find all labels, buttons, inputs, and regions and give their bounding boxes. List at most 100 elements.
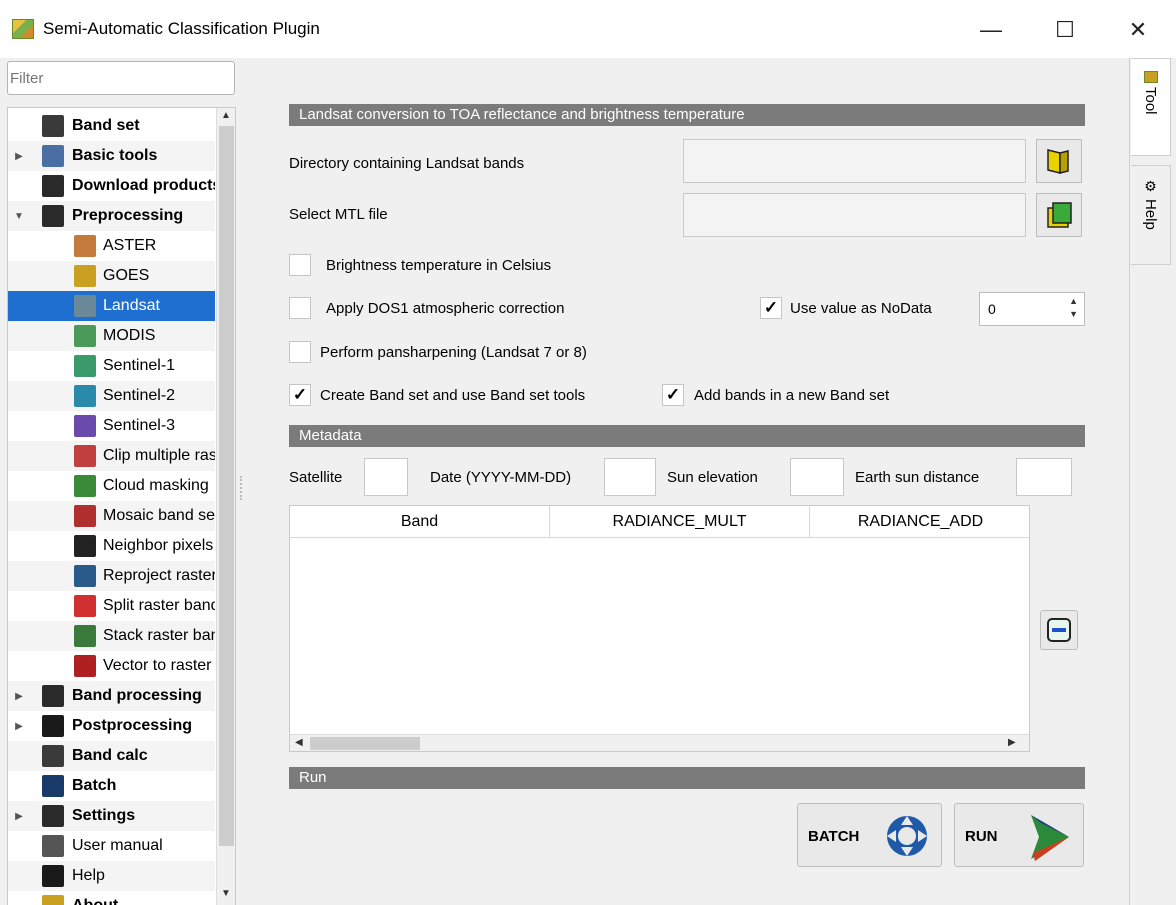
tree-item[interactable]: Sentinel-2 bbox=[8, 381, 215, 411]
satellite-label: Satellite bbox=[289, 469, 343, 486]
expand-down-icon[interactable]: ▼ bbox=[14, 211, 24, 222]
tree-item[interactable]: Batch bbox=[8, 771, 215, 801]
sentinel-3-icon bbox=[74, 415, 96, 437]
add-bands-label: Add bands in a new Band set bbox=[694, 387, 890, 404]
user-manual-icon bbox=[42, 835, 64, 857]
tree-item-label: Stack raster bands bbox=[103, 627, 215, 644]
tree-item-label: ASTER bbox=[103, 237, 157, 254]
nodata-checkbox[interactable]: ✓ bbox=[760, 297, 782, 319]
directory-field[interactable] bbox=[683, 139, 1026, 183]
mtl-label: Select MTL file bbox=[289, 206, 388, 223]
minimize-button[interactable]: — bbox=[968, 12, 1014, 48]
tree-item[interactable]: Landsat bbox=[8, 291, 215, 321]
pansharpen-checkbox[interactable] bbox=[289, 341, 311, 363]
sun-elevation-field[interactable] bbox=[790, 458, 844, 496]
tree-item[interactable]: Reproject raster bands bbox=[8, 561, 215, 591]
split-icon bbox=[74, 595, 96, 617]
tree-item[interactable]: Band calc bbox=[8, 741, 215, 771]
scroll-right-icon[interactable]: ▶ bbox=[1008, 737, 1016, 748]
tree-item[interactable]: Sentinel-1 bbox=[8, 351, 215, 381]
expand-right-icon[interactable]: ▶ bbox=[14, 151, 24, 162]
filter-input[interactable] bbox=[7, 61, 235, 95]
nodata-spinbox[interactable]: 0 ▲ ▼ bbox=[979, 292, 1085, 326]
dos1-label: Apply DOS1 atmospheric correction bbox=[326, 300, 565, 317]
app-logo-icon bbox=[12, 19, 34, 39]
tree-item[interactable]: Sentinel-3 bbox=[8, 411, 215, 441]
open-mtl-button[interactable] bbox=[1036, 193, 1082, 237]
open-directory-button[interactable] bbox=[1036, 139, 1082, 183]
tree-item[interactable]: ▶ Settings bbox=[8, 801, 215, 831]
close-button[interactable]: ✕ bbox=[1115, 12, 1161, 48]
reproject-icon bbox=[74, 565, 96, 587]
vector-raster-icon bbox=[74, 655, 96, 677]
tree-item[interactable]: MODIS bbox=[8, 321, 215, 351]
column-header[interactable]: RADIANCE_ADD bbox=[810, 506, 1029, 538]
tree-item[interactable]: Neighbor pixels bbox=[8, 531, 215, 561]
tree-item-label: Band calc bbox=[72, 747, 148, 764]
pansharpen-label: Perform pansharpening (Landsat 7 or 8) bbox=[320, 344, 587, 361]
tree-item[interactable]: ASTER bbox=[8, 231, 215, 261]
date-field[interactable] bbox=[604, 458, 656, 496]
sun-elevation-label: Sun elevation bbox=[667, 469, 758, 486]
file-icon bbox=[1047, 202, 1072, 228]
tree-item[interactable]: Vector to raster bbox=[8, 651, 215, 681]
batch-button[interactable]: BATCH bbox=[797, 803, 942, 867]
spin-arrows-icon[interactable]: ▲ ▼ bbox=[1069, 295, 1078, 321]
nodata-value: 0 bbox=[988, 301, 996, 317]
maximize-button[interactable]: ☐ bbox=[1042, 12, 1088, 48]
remove-row-button[interactable] bbox=[1040, 610, 1078, 650]
tree-item[interactable]: About bbox=[8, 891, 215, 905]
tree-item-label: Clip multiple rasters bbox=[103, 447, 215, 464]
tree-scrollbar[interactable]: ▲ ▼ bbox=[216, 108, 235, 905]
tree-item-label: Sentinel-1 bbox=[103, 357, 176, 374]
scroll-thumb[interactable] bbox=[219, 126, 234, 846]
band-processing-icon bbox=[42, 685, 64, 707]
tree-item[interactable]: Clip multiple rasters bbox=[8, 441, 215, 471]
tree-item-label: Batch bbox=[72, 777, 117, 794]
tree-item[interactable]: Stack raster bands bbox=[8, 621, 215, 651]
tree-item-label: User manual bbox=[72, 837, 163, 854]
create-bandset-checkbox[interactable]: ✓ bbox=[289, 384, 311, 406]
table-hscrollbar[interactable]: ◀ ▶ bbox=[290, 734, 1029, 751]
tree-item[interactable]: Band set bbox=[8, 111, 215, 141]
tree-item[interactable]: GOES bbox=[8, 261, 215, 291]
dos1-checkbox[interactable] bbox=[289, 297, 311, 319]
panel-splitter[interactable] bbox=[240, 476, 243, 500]
tree-item[interactable]: Cloud masking bbox=[8, 471, 215, 501]
expand-right-icon[interactable]: ▶ bbox=[14, 721, 24, 732]
landsat-icon bbox=[74, 295, 96, 317]
tree-item-label: Mosaic band sets bbox=[103, 507, 215, 524]
tree-item[interactable]: ▼ Preprocessing bbox=[8, 201, 215, 231]
celsius-checkbox[interactable] bbox=[289, 254, 311, 276]
expand-right-icon[interactable]: ▶ bbox=[14, 811, 24, 822]
tab-tool[interactable]: Tool bbox=[1131, 58, 1171, 156]
satellite-field[interactable] bbox=[364, 458, 408, 496]
window-title: Semi-Automatic Classification Plugin bbox=[43, 19, 320, 38]
tree-item[interactable]: ▶ Basic tools bbox=[8, 141, 215, 171]
add-bands-checkbox[interactable]: ✓ bbox=[662, 384, 684, 406]
tree-item[interactable]: Download products bbox=[8, 171, 215, 201]
column-header[interactable]: RADIANCE_MULT bbox=[550, 506, 810, 538]
band-set-icon bbox=[42, 115, 64, 137]
tree-item[interactable]: User manual bbox=[8, 831, 215, 861]
expand-right-icon[interactable]: ▶ bbox=[14, 691, 24, 702]
earth-sun-distance-field[interactable] bbox=[1016, 458, 1072, 496]
tab-help[interactable]: ⚙ Help bbox=[1131, 165, 1171, 265]
tree-item[interactable]: Split raster bands bbox=[8, 591, 215, 621]
tree-item[interactable]: ▶ Postprocessing bbox=[8, 711, 215, 741]
run-button[interactable]: RUN bbox=[954, 803, 1084, 867]
scroll-down-icon[interactable]: ▼ bbox=[221, 888, 231, 899]
folder-icon bbox=[1047, 149, 1069, 174]
hscroll-thumb[interactable] bbox=[310, 737, 420, 750]
run-arrow-icon bbox=[1031, 815, 1069, 861]
scroll-left-icon[interactable]: ◀ bbox=[295, 737, 303, 748]
mtl-field[interactable] bbox=[683, 193, 1026, 237]
column-header[interactable]: Band bbox=[290, 506, 550, 538]
tree-item[interactable]: ▶ Band processing bbox=[8, 681, 215, 711]
tree-item[interactable]: Mosaic band sets bbox=[8, 501, 215, 531]
scroll-up-icon[interactable]: ▲ bbox=[221, 110, 231, 121]
settings-icon bbox=[42, 805, 64, 827]
tree-item[interactable]: Help bbox=[8, 861, 215, 891]
download-icon bbox=[42, 175, 64, 197]
metadata-table[interactable]: Band RADIANCE_MULT RADIANCE_ADD ◀ ▶ bbox=[289, 505, 1030, 752]
